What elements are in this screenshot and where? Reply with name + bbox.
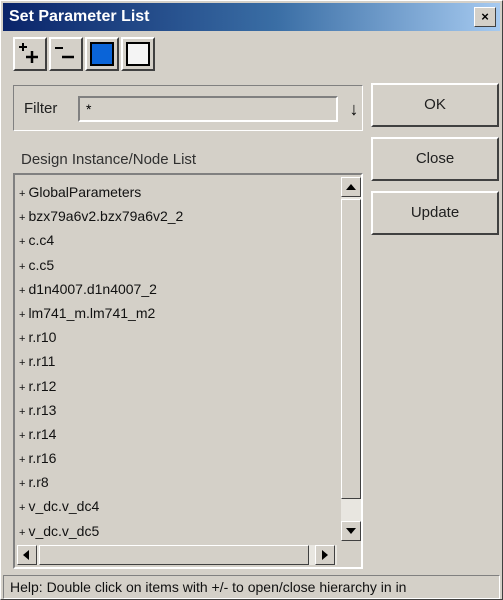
expand-bullet-icon: + — [19, 454, 26, 467]
set-parameter-list-dialog: Set Parameter List × Filter * ↓ OK Close… — [0, 0, 503, 600]
list-item[interactable]: + bzx79a6v2.bzx79a6v2_2 — [19, 204, 339, 228]
list-item[interactable]: + lm741_m.lm741_m2 — [19, 301, 339, 325]
list-item[interactable]: + r.r10 — [19, 325, 339, 349]
list-item-label: c.c4 — [28, 232, 55, 249]
list-item[interactable]: + r.r14 — [19, 422, 339, 446]
list-item-label: bzx79a6v2.bzx79a6v2_2 — [28, 208, 184, 225]
list-item[interactable]: + d1n4007.d1n4007_2 — [19, 277, 339, 301]
filter-dropdown-arrow-icon[interactable]: ↓ — [346, 96, 362, 122]
expand-plus-icon[interactable] — [13, 37, 47, 71]
list-item[interactable]: + c.c5 — [19, 253, 339, 277]
list-item-label: r.r12 — [28, 377, 57, 394]
horizontal-scroll-thumb[interactable] — [39, 545, 309, 565]
vertical-scrollbar[interactable] — [341, 177, 361, 541]
filter-input[interactable]: * — [78, 96, 338, 122]
scroll-right-icon[interactable] — [315, 545, 335, 565]
scroll-left-icon[interactable] — [17, 545, 37, 565]
filter-label: Filter — [24, 100, 58, 117]
scroll-down-icon[interactable] — [341, 521, 361, 541]
title-bar[interactable]: Set Parameter List × — [3, 3, 500, 31]
list-item[interactable]: + r.r13 — [19, 398, 339, 422]
list-item-label: r.r14 — [28, 425, 57, 442]
expand-bullet-icon: + — [19, 381, 26, 394]
list-item-label: lm741_m.lm741_m2 — [28, 304, 156, 321]
list-item[interactable]: + r.r12 — [19, 374, 339, 398]
list-item-label: GlobalParameters — [28, 184, 142, 200]
help-status-bar: Help: Double click on items with +/- to … — [3, 575, 500, 599]
expand-bullet-icon: + — [19, 212, 26, 225]
list-item-label: v_dc.v_dc5 — [28, 522, 100, 539]
list-item[interactable]: + v_dc.v_dc5 — [19, 519, 339, 543]
list-item[interactable]: + c.c4 — [19, 228, 339, 252]
list-item-label: r.r10 — [28, 329, 57, 346]
filter-group: Filter * ↓ — [13, 85, 363, 131]
list-item[interactable]: + GlobalParameters — [19, 180, 339, 204]
expand-bullet-icon: + — [19, 284, 26, 297]
expand-bullet-icon: + — [19, 333, 26, 346]
expand-bullet-icon: + — [19, 308, 26, 321]
list-item-label: v_dc.v_dc4 — [28, 498, 100, 515]
blue-square-icon[interactable] — [85, 37, 119, 71]
list-item-label: d1n4007.d1n4007_2 — [28, 280, 157, 297]
expand-bullet-icon: + — [19, 236, 26, 249]
design-instance-list: + GlobalParameters + bzx79a6v2.bzx79a6v2_2… — [13, 173, 363, 569]
expand-bullet-icon: + — [19, 260, 26, 273]
close-button[interactable]: Close — [371, 137, 499, 181]
expand-bullet-icon: + — [19, 429, 26, 442]
list-items: + GlobalParameters + bzx79a6v2.bzx79a6v2_2… — [19, 180, 339, 544]
list-item[interactable]: + r.r11 — [19, 349, 339, 373]
close-icon[interactable]: × — [474, 7, 496, 27]
white-square-icon[interactable] — [121, 37, 155, 71]
list-item-label: r.r8 — [28, 474, 49, 491]
expand-bullet-icon: + — [19, 478, 26, 491]
window-title: Set Parameter List — [9, 8, 150, 25]
list-item[interactable]: + r.r16 — [19, 446, 339, 470]
expand-bullet-icon: + — [19, 405, 26, 418]
horizontal-scrollbar[interactable] — [17, 545, 337, 565]
list-item-label: r.r11 — [28, 353, 56, 370]
list-item-label: c.c5 — [28, 256, 55, 273]
list-item-label: r.r16 — [28, 450, 57, 467]
vertical-scroll-thumb[interactable] — [341, 199, 361, 499]
expand-bullet-icon: + — [19, 188, 26, 200]
scroll-up-icon[interactable] — [341, 177, 361, 197]
list-item[interactable]: + r.r8 — [19, 470, 339, 494]
collapse-minus-icon[interactable] — [49, 37, 83, 71]
list-item[interactable]: + v_dc.v_dc4 — [19, 494, 339, 518]
expand-bullet-icon: + — [19, 526, 26, 539]
toolbar — [13, 37, 157, 71]
update-button[interactable]: Update — [371, 191, 499, 235]
expand-bullet-icon: + — [19, 357, 26, 370]
ok-button[interactable]: OK — [371, 83, 499, 127]
list-label: Design Instance/Node List — [21, 151, 197, 168]
expand-bullet-icon: + — [19, 502, 26, 515]
list-item-label: r.r13 — [28, 401, 57, 418]
